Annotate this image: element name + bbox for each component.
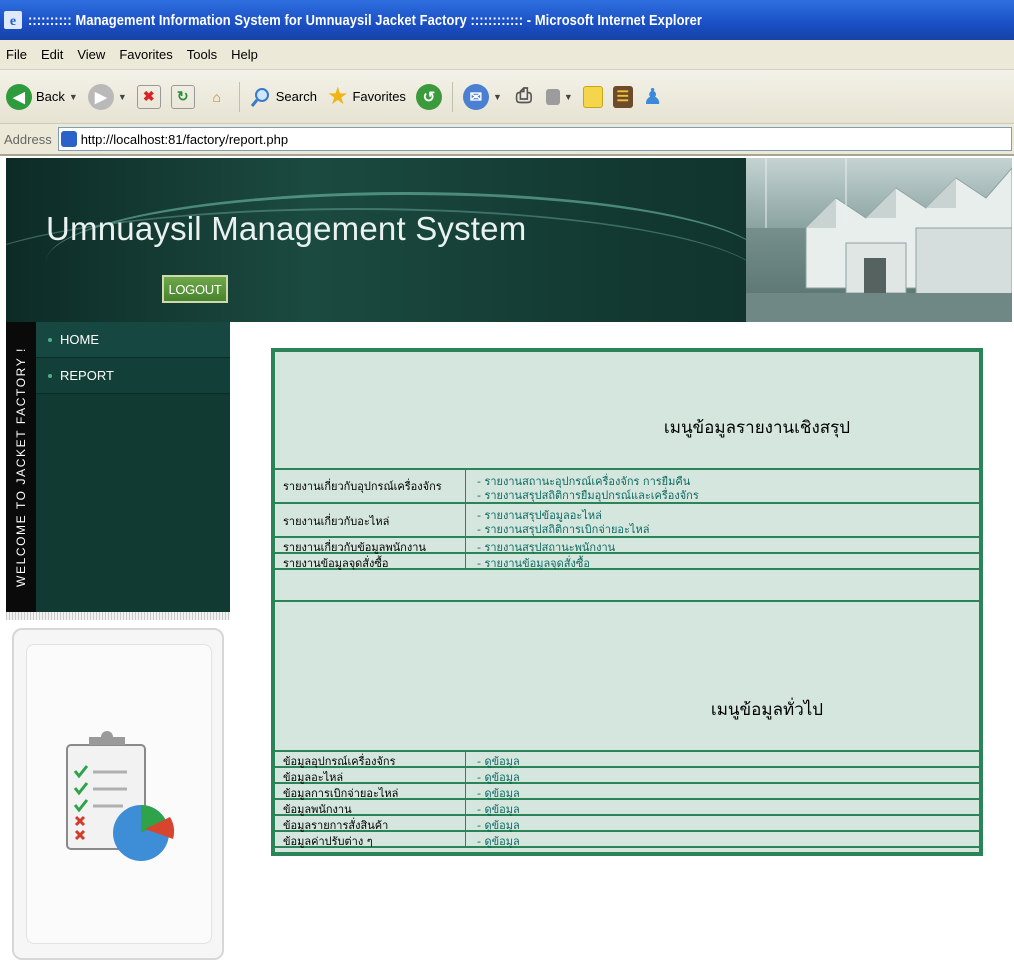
forward-button[interactable]: ▶ ▼ [87,83,127,110]
bullet-icon [48,373,52,378]
menu-view[interactable]: View [77,47,105,62]
report-link[interactable]: - รายงานข้อมูลจุดสั่งซื้อ [477,554,590,572]
messenger-button[interactable]: ♟ [643,84,663,110]
menu-help[interactable]: Help [231,47,258,62]
sidebar: WELCOME TO JACKET FACTORY ! HOME REPORT [6,322,230,612]
book-icon: ☰ [612,85,633,108]
history-icon: ↺ [415,83,442,110]
stripe-divider [6,612,230,620]
window-title: :::::::::: Management Information System… [28,11,703,29]
factory-image [746,158,1012,322]
history-button[interactable]: ↺ [415,83,442,110]
sidebar-item-label: HOME [60,332,99,347]
table-divider [275,468,979,470]
refresh-button[interactable]: ↻ [170,84,195,109]
menubar: File Edit View Favorites Tools Help [0,40,1014,70]
app-title: Umnuaysil Management System [46,210,527,247]
chevron-down-icon: ▼ [492,91,502,102]
welcome-text: WELCOME TO JACKET FACTORY ! [14,347,28,587]
toolbar-separator [238,81,240,112]
back-icon: ◀ [6,83,32,110]
chevron-down-icon: ▼ [68,91,78,102]
header-banner: Umnuaysil Management System LOGOUT [6,158,1012,322]
column-divider [465,468,466,568]
search-icon [250,87,269,107]
research-button[interactable]: ☰ [612,85,633,108]
row-label: รายงานเกี่ยวกับอุปกรณ์เครื่องจักร [283,480,442,493]
report-link[interactable]: - รายงานสรุปสถิติการยืมอุปกรณ์และเครื่อง… [477,486,699,504]
sidebar-item-home[interactable]: HOME [36,322,230,358]
general-menu-title: เมนูข้อมูลทั่วไป [710,700,824,720]
page-content: Umnuaysil Management System LOGOUT WELCO… [6,158,1012,960]
mail-icon: ✉ [462,83,489,110]
toolbar: ◀ Back ▼ ▶ ▼ ✖ ↻ ⌂ Search ★ Favorites ↺ … [0,70,1014,124]
address-input[interactable]: http://localhost:81/factory/report.php [57,127,1012,151]
illustration-frame [26,644,212,944]
page-icon [60,131,77,147]
menu-tools[interactable]: Tools [187,47,217,62]
sidebar-item-report[interactable]: REPORT [36,358,230,394]
window-titlebar: e :::::::::: Management Information Syst… [0,0,1014,40]
ie-logo-icon: e [4,11,22,29]
menu-favorites[interactable]: Favorites [119,47,172,62]
search-button[interactable]: Search [250,86,317,108]
stop-icon: ✖ [136,84,161,109]
view-data-link[interactable]: - ดูข้อมูล [477,832,520,850]
chevron-down-icon: ▼ [117,91,127,102]
address-url: http://localhost:81/factory/report.php [80,131,289,147]
report-link[interactable]: - รายงานสรุปสถิติการเบิกจ่ายอะไหล่ [477,520,649,538]
home-icon: ⌂ [212,88,221,105]
factory-buildings [746,158,1012,322]
edit-icon [545,88,560,105]
forward-icon: ▶ [87,83,114,110]
search-label: Search [275,89,317,104]
refresh-icon: ↻ [170,84,195,109]
bullet-icon [48,337,52,342]
back-label: Back [36,89,65,104]
welcome-strip: WELCOME TO JACKET FACTORY ! [6,322,36,612]
address-bar: Address http://localhost:81/factory/repo… [0,124,1014,156]
toolbar-separator [451,81,453,112]
print-icon: ⎙ [515,85,532,107]
table-divider [275,600,979,602]
edit-button[interactable]: ▼ [545,88,573,105]
menu-edit[interactable]: Edit [41,47,63,62]
mail-button[interactable]: ✉ ▼ [462,83,502,110]
print-button[interactable]: ⎙ [512,85,536,109]
menu-file[interactable]: File [6,47,27,62]
sidebar-item-label: REPORT [60,368,114,383]
row-label: รายงานข้อมูลจุดสั่งซื้อ [283,557,389,570]
report-menu-table: เมนูข้อมูลรายงานเชิงสรุป รายงานเกี่ยวกับ… [271,348,983,856]
row-label: ข้อมูลค่าปรับต่าง ๆ [283,835,373,848]
logout-button[interactable]: LOGOUT [162,275,228,303]
note-icon [582,85,603,108]
address-label: Address [4,131,52,147]
stop-button[interactable]: ✖ [136,84,161,109]
svg-text:e: e [10,14,16,29]
back-button[interactable]: ◀ Back ▼ [6,83,78,110]
favorites-label: Favorites [352,89,406,104]
row-label: รายงานเกี่ยวกับอะไหล่ [283,515,390,528]
side-illustration-panel [12,628,224,960]
summary-menu-title: เมนูข้อมูลรายงานเชิงสรุป [663,418,851,438]
messenger-icon: ♟ [642,83,663,109]
clipboard-chart-icon [66,731,175,861]
discuss-button[interactable] [582,85,603,108]
column-divider [465,750,466,848]
favorites-button[interactable]: ★ Favorites [327,82,406,111]
sidebar-stripes [6,612,230,620]
table-divider [275,846,979,848]
favorites-icon: ★ [326,83,349,110]
chevron-down-icon: ▼ [563,91,573,102]
home-button[interactable]: ⌂ [205,85,229,109]
